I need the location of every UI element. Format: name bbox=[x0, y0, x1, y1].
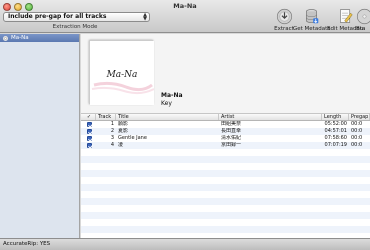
track-pregap: 00:0 bbox=[351, 135, 363, 141]
sidebar: Ma-Na bbox=[0, 34, 80, 238]
extract-disc-icon bbox=[276, 8, 292, 25]
accuraterip-status: AccurateRip: YES bbox=[3, 241, 51, 247]
burn-label: Bu bbox=[356, 26, 364, 32]
track-number: 2 bbox=[110, 128, 114, 134]
track-pregap: 00:0 bbox=[351, 128, 363, 134]
cover-art: Ma-Na bbox=[90, 41, 155, 105]
album-artist[interactable]: Key bbox=[161, 100, 172, 107]
empty-row bbox=[81, 205, 370, 212]
empty-row bbox=[81, 170, 370, 177]
select-arrows-icon: ▲ ▼ bbox=[143, 12, 147, 22]
burn-button[interactable]: Bu bbox=[356, 8, 370, 32]
track-table-header: ✓ Track Title Artist Length Pregap bbox=[81, 114, 370, 121]
empty-row bbox=[81, 212, 370, 219]
track-artist: 長田直幸 bbox=[221, 128, 242, 134]
empty-row bbox=[81, 163, 370, 170]
album-title[interactable]: Ma-Na bbox=[161, 92, 183, 99]
track-checkbox[interactable] bbox=[81, 121, 96, 128]
burn-icon bbox=[356, 8, 370, 25]
extraction-mode-select[interactable]: Include pre-gap for all tracks ▲ ▼ bbox=[3, 12, 150, 22]
track-table: ✓ Track Title Artist Length Pregap 1 願影 … bbox=[81, 114, 370, 247]
column-header-artist[interactable]: Artist bbox=[219, 114, 322, 120]
track-number: 1 bbox=[110, 121, 114, 127]
cover-title-text: Ma-Na bbox=[106, 70, 138, 80]
sidebar-item-ma-na[interactable]: Ma-Na bbox=[0, 34, 79, 42]
table-row[interactable]: 4 凌 京田録一 07:07:19 00:0 bbox=[81, 142, 370, 149]
empty-row bbox=[81, 198, 370, 205]
table-row[interactable]: 3 Gentle Jane 清水佑紀 07:58:60 00:0 bbox=[81, 135, 370, 142]
sidebar-item-label: Ma-Na bbox=[11, 35, 29, 41]
column-header-track[interactable]: Track bbox=[96, 114, 116, 120]
track-length: 07:07:19 bbox=[324, 142, 347, 148]
extraction-mode-value: Include pre-gap for all tracks bbox=[8, 13, 107, 20]
column-header-pregap[interactable]: Pregap bbox=[349, 114, 370, 120]
track-number: 4 bbox=[110, 142, 114, 148]
checkbox-checked-icon bbox=[87, 128, 92, 134]
track-title: 夏影 bbox=[118, 128, 129, 134]
track-length: 04:57:01 bbox=[324, 128, 347, 134]
album-header: Ma-Na Ma-Na Key bbox=[81, 34, 370, 114]
track-checkbox[interactable] bbox=[81, 135, 96, 142]
track-title: Gentle Jane bbox=[118, 135, 147, 141]
status-bar: AccurateRip: YES bbox=[0, 238, 370, 250]
main-panel: Ma-Na Ma-Na Key ✓ Track Title Artist Len… bbox=[81, 34, 370, 247]
empty-row bbox=[81, 156, 370, 163]
column-header-length[interactable]: Length bbox=[322, 114, 349, 120]
empty-row bbox=[81, 226, 370, 233]
track-checkbox[interactable] bbox=[81, 128, 96, 135]
track-artist: 田組美奈 bbox=[221, 121, 242, 127]
table-row[interactable]: 2 夏影 長田直幸 04:57:01 00:0 bbox=[81, 128, 370, 135]
album-cover[interactable]: Ma-Na bbox=[89, 40, 155, 105]
empty-row bbox=[81, 177, 370, 184]
empty-row bbox=[81, 191, 370, 198]
get-metadata-button[interactable]: Get Metadata bbox=[293, 8, 331, 32]
track-rows: 1 願影 田組美奈 05:52:00 00:0 2 夏影 長田直幸 04:57:… bbox=[81, 121, 370, 149]
empty-row bbox=[81, 219, 370, 226]
track-title: 願影 bbox=[118, 121, 129, 127]
track-length: 07:58:60 bbox=[324, 135, 347, 141]
checkbox-checked-icon bbox=[87, 135, 92, 141]
track-checkbox[interactable] bbox=[81, 142, 96, 149]
empty-row bbox=[81, 149, 370, 156]
track-length: 05:52:00 bbox=[324, 121, 347, 127]
table-row[interactable]: 1 願影 田組美奈 05:52:00 00:0 bbox=[81, 121, 370, 128]
track-title: 凌 bbox=[118, 142, 124, 148]
track-pregap: 00:0 bbox=[351, 121, 363, 127]
column-header-title[interactable]: Title bbox=[116, 114, 219, 120]
column-header-check[interactable]: ✓ bbox=[81, 114, 96, 120]
extraction-mode-caption: Extraction Mode bbox=[52, 24, 98, 30]
track-artist: 清水佑紀 bbox=[221, 135, 242, 141]
database-icon bbox=[305, 9, 318, 24]
checkbox-checked-icon bbox=[87, 121, 92, 127]
window-toolbar: Ma-Na Include pre-gap for all tracks ▲ ▼ … bbox=[0, 0, 370, 33]
track-pregap: 00:0 bbox=[351, 142, 363, 148]
empty-row bbox=[81, 184, 370, 191]
edit-document-icon bbox=[339, 9, 353, 23]
disc-icon bbox=[3, 35, 8, 41]
track-artist: 京田録一 bbox=[221, 142, 242, 148]
checkbox-checked-icon bbox=[87, 142, 92, 148]
get-metadata-label: Get Metadata bbox=[293, 26, 331, 32]
track-number: 3 bbox=[110, 135, 114, 141]
